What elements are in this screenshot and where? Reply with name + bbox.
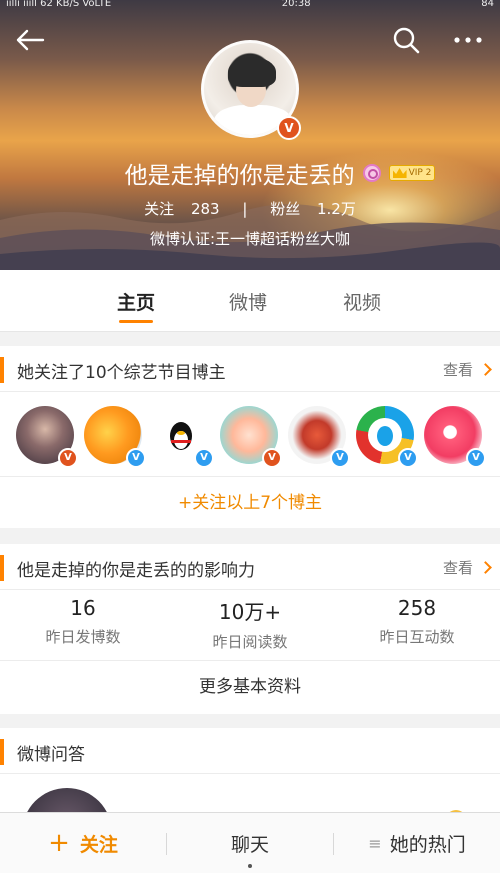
view-more-label: 查看 [442,559,473,577]
hot-posts-label: 她的热门 [389,833,466,856]
hot-posts-button[interactable]: ≡ 她的热门 [334,829,500,857]
fans-count: 1.2万 [317,200,356,218]
super-topic-icon[interactable] [362,164,381,182]
profile-name: 他是走掉的你是走丢的 [124,163,355,189]
section-accent-bar [0,357,4,383]
more-profile-info-button[interactable]: 更多基本资料 [0,660,500,714]
vip-badge[interactable]: VIP 2 [388,165,436,181]
page-indicator-dot [248,864,252,868]
verification-text: 微博认证:王一博超话粉丝大咖 [149,230,351,248]
crown-icon [392,168,407,178]
stat-value: 10万+ [218,600,282,624]
follow-button-label: 关注 [79,833,118,856]
following-card: 她关注了10个综艺节目博主 查看 V V V V V V V +关注以上7个博主 [0,346,500,528]
influence-view-more[interactable]: 查看 [442,557,492,578]
follow-all-button[interactable]: +关注以上7个博主 [0,476,500,528]
search-button[interactable] [390,24,422,56]
blogger-avatar-3[interactable]: V [152,406,214,468]
follow-count: 283 [190,200,220,218]
menu-lines-icon: ≡ [368,833,382,853]
verified-badge-icon: V [398,448,418,468]
status-bar: ııllı ıııll 62 KB/S VoLTE 20:38 84 [0,0,500,12]
tab-home[interactable]: 主页 [117,288,155,315]
follow-button[interactable]: + 关注 [0,828,166,858]
verified-badge-icon: V [330,448,350,468]
verified-badge-icon: V [466,448,486,468]
blogger-avatar-2[interactable]: V [84,406,146,468]
section-accent-bar [0,739,4,765]
vip-label: VIP 2 [408,168,432,178]
influence-card: 他是走掉的你是走丢的的影响力 查看 16 昨日发博数 10万+ 昨日阅读数 25… [0,544,500,714]
follow-label: 关注 [144,200,175,218]
plus-icon: + [48,828,70,858]
status-time: 20:38 [281,0,311,9]
status-left: ııllı ıııll 62 KB/S VoLTE [6,0,112,9]
verified-badge-icon: V [277,116,301,140]
influence-card-title: 他是走掉的你是走丢的的影响力 [17,561,255,581]
stat-value: 258 [397,596,437,620]
active-tab-indicator [119,320,153,323]
section-accent-bar [0,555,4,581]
stat-interactions[interactable]: 258 昨日互动数 [334,596,500,647]
profile-name-row: 他是走掉的你是走丢的 VIP 2 [0,156,500,190]
verified-badge-icon: V [194,448,214,468]
fans-label: 粉丝 [270,200,301,218]
stat-label: 昨日阅读数 [212,633,288,651]
verified-badge-icon: V [58,448,78,468]
stat-posts[interactable]: 16 昨日发博数 [0,596,166,647]
more-dots-icon [454,37,482,43]
stat-value: 16 [70,596,96,620]
chevron-right-icon [479,561,492,574]
stat-label: 昨日发博数 [45,628,121,646]
stat-reads[interactable]: 10万+ 昨日阅读数 [167,596,333,652]
fans-link[interactable]: 粉丝 1.2万 [264,200,362,218]
tab-video[interactable]: 视频 [343,288,381,315]
verified-badge-icon: V [126,448,146,468]
blogger-avatar-4[interactable]: V [220,406,282,468]
chat-button-label: 聊天 [230,833,269,856]
blogger-avatar-1[interactable]: V [16,406,78,468]
profile-header: ııllı ıııll 62 KB/S VoLTE 20:38 84 V 他是走… [0,0,500,270]
search-icon [393,27,420,54]
view-more-label: 查看 [442,361,473,379]
arrow-left-icon [16,29,45,51]
chevron-right-icon [479,363,492,376]
blogger-avatar-7[interactable]: V [424,406,486,468]
status-right: 84 [481,0,494,9]
chat-button[interactable]: 聊天 [167,829,333,857]
avatar-hair [228,57,276,87]
following-view-more[interactable]: 查看 [442,359,492,380]
verified-badge-icon: V [262,448,282,468]
blogger-avatar-5[interactable]: V [288,406,350,468]
more-button[interactable] [452,24,484,56]
follow-stats: 关注 283 | 粉丝 1.2万 [0,198,500,219]
following-card-header[interactable]: 她关注了10个综艺节目博主 查看 [0,346,500,392]
qa-card: 微博问答 [0,728,500,873]
influence-stats: 16 昨日发博数 10万+ 昨日阅读数 258 昨日互动数 [0,596,500,656]
tab-weibo[interactable]: 微博 [229,288,267,315]
stat-separator: | [242,200,248,218]
qa-card-title: 微博问答 [17,745,85,765]
profile-tabs: 主页 微博 视频 [0,270,500,332]
stat-label: 昨日互动数 [379,628,455,646]
blogger-avatars: V V V V V V V [14,406,486,468]
qa-card-header[interactable]: 微博问答 [0,728,500,774]
follow-link[interactable]: 关注 283 [138,200,225,218]
blogger-avatar-6[interactable]: V [356,406,418,468]
influence-card-header[interactable]: 他是走掉的你是走丢的的影响力 查看 [0,544,500,590]
back-button[interactable] [14,24,46,56]
following-card-title: 她关注了10个综艺节目博主 [17,363,226,383]
